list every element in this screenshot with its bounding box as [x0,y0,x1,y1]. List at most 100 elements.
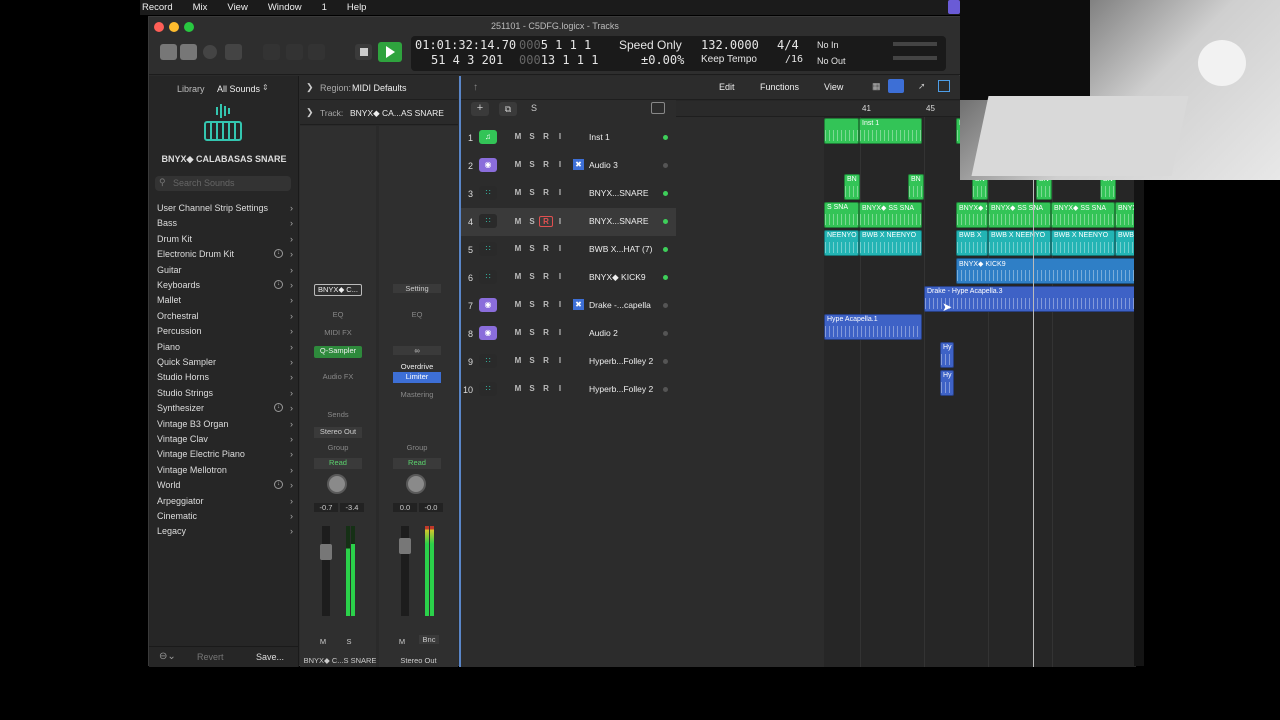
mute-button[interactable]: M [511,217,525,226]
track-name[interactable]: BWB X...HAT (7) [589,244,652,254]
solo-button[interactable]: S [525,300,539,309]
strip1-midi-fx[interactable]: MIDI FX [314,328,362,337]
input-monitor-button[interactable]: I [553,356,567,365]
solo-button[interactable]: S [525,188,539,197]
lcd-display[interactable]: 01:01:32:14.70 0005 1 1 1 51 4 3 201 000… [411,36,946,71]
download-icon[interactable]: ↓ [274,280,283,289]
grid-view-icon[interactable]: ▦ [872,81,881,92]
track-row[interactable]: 5 ∷ M S R I BWB X...HAT (7) [461,236,676,264]
input-monitor-button[interactable]: I [553,384,567,393]
flex-track-icon[interactable]: ✖ [573,159,584,170]
mute-button[interactable]: M [511,244,525,253]
record-enable-button[interactable]: R [539,132,553,141]
strip2-fx-overdrive[interactable]: Overdrive [393,362,441,371]
strip2-pan-knob[interactable] [406,474,426,494]
mute-button[interactable]: M [511,272,525,281]
region[interactable]: BNYX◆ SS SNA [956,202,988,228]
library-item[interactable]: Vintage B3 Organ › [157,419,297,433]
library-item[interactable]: Cinematic › [157,511,297,525]
library-item[interactable]: Studio Horns › [157,372,297,386]
track-name[interactable]: Audio 2 [589,328,618,338]
list-view-icon[interactable] [888,79,904,93]
input-monitor-button[interactable]: I [553,160,567,169]
library-item[interactable]: Vintage Mellotron › [157,465,297,479]
catch-icon[interactable] [651,102,665,114]
library-item[interactable]: World ↓ › [157,480,297,494]
library-settings-icon[interactable]: ⊖⌄ [159,651,176,662]
library-item[interactable]: Guitar › [157,265,297,279]
track-name[interactable]: BNYX◆ KICK9 [589,272,646,283]
region[interactable] [824,118,859,144]
menu-help[interactable]: Help [347,2,367,13]
record-enable-button[interactable]: R [539,328,553,337]
record-enable-button[interactable]: R [539,160,553,169]
region[interactable]: BNYX◆ SS SNA [1115,202,1136,228]
strip1-mute-button[interactable]: M [316,637,330,646]
region[interactable]: Hy [940,370,954,396]
strip2-eq[interactable]: EQ [393,310,441,319]
record-enable-button[interactable]: R [539,216,553,227]
track-row[interactable]: 4 ∷ M S R I BNYX...SNARE [461,208,676,236]
track-row[interactable]: 6 ∷ M S R I BNYX◆ KICK9 [461,264,676,292]
input-monitor-button[interactable]: I [553,188,567,197]
record-enable-button[interactable]: R [539,188,553,197]
automation-icon[interactable]: ➚ [918,81,926,92]
region[interactable]: Inst 1 [859,118,922,144]
region[interactable]: NEENYO [824,230,859,256]
strip1-solo-button[interactable]: S [342,637,356,646]
smart-controls-icon[interactable] [263,44,280,60]
library-item[interactable]: Studio Strings › [157,388,297,402]
download-icon[interactable]: ↓ [274,403,283,413]
mixer-icon[interactable] [286,44,303,60]
menu-mix[interactable]: Mix [193,2,208,13]
strip1-pan-knob[interactable] [327,474,347,494]
functions-menu[interactable]: Functions [760,82,799,92]
library-item[interactable]: Vintage Electric Piano › [157,449,297,463]
view-menu[interactable]: View [824,82,843,92]
record-enable-button[interactable]: R [539,384,553,393]
add-track-button[interactable]: + [471,102,489,116]
solo-button[interactable]: S [525,328,539,337]
library-item[interactable]: Orchestral › [157,311,297,325]
library-item[interactable]: Percussion › [157,326,297,340]
track-name[interactable]: BNYX...SNARE [589,216,649,226]
library-item[interactable]: Vintage Clav › [157,434,297,448]
flex-icon[interactable] [938,80,950,92]
mute-button[interactable]: M [511,188,525,197]
track-name[interactable]: Audio 3 [589,160,618,170]
library-item[interactable]: Drum Kit › [157,234,297,248]
library-filter[interactable]: All Sounds [217,84,260,94]
track-row[interactable]: 10 ∷ M S R I Hyperb...Folley 2 [461,376,676,404]
strip1-audio-fx[interactable]: Audio FX [314,372,362,381]
track-row[interactable]: 2 ◉ M S R I ✖ Audio 3 [461,152,676,180]
mute-button[interactable]: M [511,300,525,309]
input-monitor-button[interactable]: I [553,272,567,281]
track-name[interactable]: Hyperb...Folley 2 [589,384,653,394]
library-item[interactable]: Arpeggiator › [157,496,297,510]
input-monitor-button[interactable]: I [553,300,567,309]
solo-button[interactable]: S [525,217,539,226]
track-name[interactable]: BNYX...SNARE [589,188,649,198]
input-monitor-button[interactable]: I [553,244,567,253]
input-monitor-button[interactable]: I [553,132,567,141]
library-item[interactable]: Piano › [157,342,297,356]
track-name[interactable]: Hyperb...Folley 2 [589,356,653,366]
strip2-fader-cap[interactable] [399,538,411,554]
duplicate-track-icon[interactable]: ⧉ [499,102,517,116]
revert-button[interactable]: Revert [197,652,224,662]
solo-button[interactable]: S [525,160,539,169]
library-item[interactable]: Legacy › [157,526,297,540]
global-solo-button[interactable]: S [531,103,537,113]
strip2-fx-mastering[interactable]: Mastering [393,390,441,399]
strip1-sends[interactable]: Sends [314,410,362,419]
track-row[interactable]: 1 ♫ M S R I Inst 1 [461,124,676,152]
library-item[interactable]: Bass › [157,218,297,232]
mute-button[interactable]: M [511,328,525,337]
library-item[interactable]: Synthesizer ↓ › [157,403,297,417]
library-item[interactable]: Keyboards ↓ › [157,280,297,294]
strip2-automation[interactable]: Read [393,458,441,469]
mute-button[interactable]: M [511,160,525,169]
library-search[interactable]: ⚲ Search Sounds [155,176,291,191]
region-inspector-header[interactable]: ❯ Region: MIDI Defaults [300,76,458,100]
record-enable-button[interactable]: R [539,356,553,365]
